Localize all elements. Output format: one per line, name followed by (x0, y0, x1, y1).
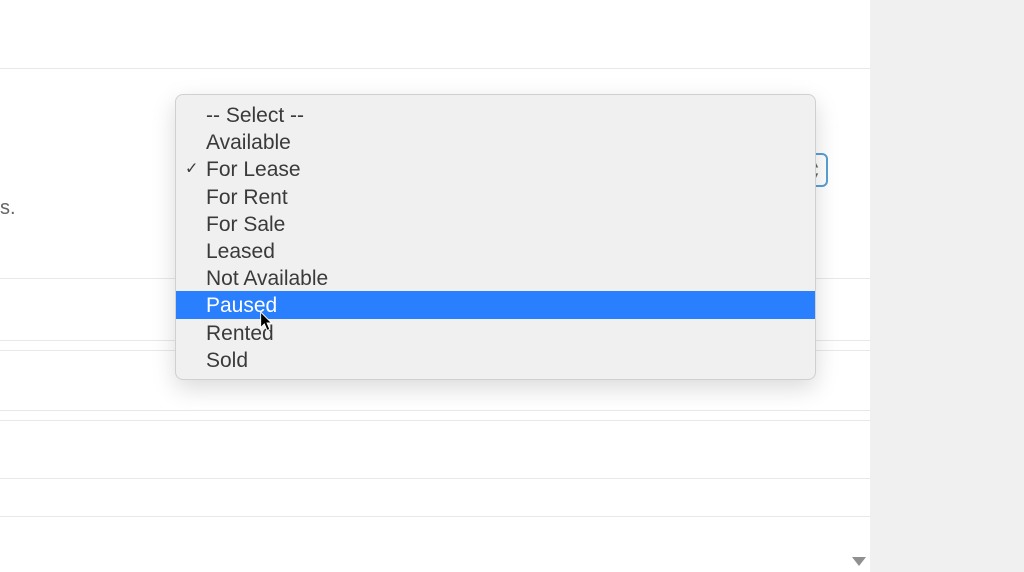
dropdown-item-for-rent[interactable]: For Rent (176, 183, 815, 210)
dropdown-item-for-sale[interactable]: For Sale (176, 210, 815, 237)
dropdown-item-label: Leased (176, 238, 815, 265)
dropdown-item-label: Not Available (176, 265, 815, 292)
dropdown-item-sold[interactable]: Sold (176, 346, 815, 373)
dropdown-item-label: For Sale (176, 211, 815, 238)
divider (0, 516, 870, 517)
dropdown-item-label: Rented (176, 320, 815, 347)
dropdown-item-label: Sold (176, 347, 815, 374)
status-dropdown-menu[interactable]: -- Select -- Available ✓ For Lease For R… (175, 94, 816, 380)
dropdown-item-paused[interactable]: Paused (176, 291, 815, 318)
dropdown-item-leased[interactable]: Leased (176, 237, 815, 264)
divider (0, 410, 870, 411)
divider (0, 420, 870, 421)
divider (0, 68, 870, 69)
dropdown-item-label: Available (176, 129, 815, 156)
dropdown-item-label: For Lease (176, 156, 815, 183)
dropdown-item-rented[interactable]: Rented (176, 319, 815, 346)
dropdown-item-label: -- Select -- (176, 102, 815, 129)
truncated-text: s. (0, 197, 16, 220)
dropdown-item-not-available[interactable]: Not Available (176, 264, 815, 291)
dropdown-item-label: For Rent (176, 184, 815, 211)
collapse-arrow-icon[interactable] (852, 557, 866, 566)
dropdown-item-for-lease[interactable]: ✓ For Lease (176, 155, 815, 182)
checkmark-icon: ✓ (185, 155, 198, 182)
divider (0, 478, 870, 479)
dropdown-placeholder-item[interactable]: -- Select -- (176, 101, 815, 128)
dropdown-item-label: Paused (176, 292, 815, 319)
right-sidebar-panel (870, 0, 1024, 572)
dropdown-item-available[interactable]: Available (176, 128, 815, 155)
